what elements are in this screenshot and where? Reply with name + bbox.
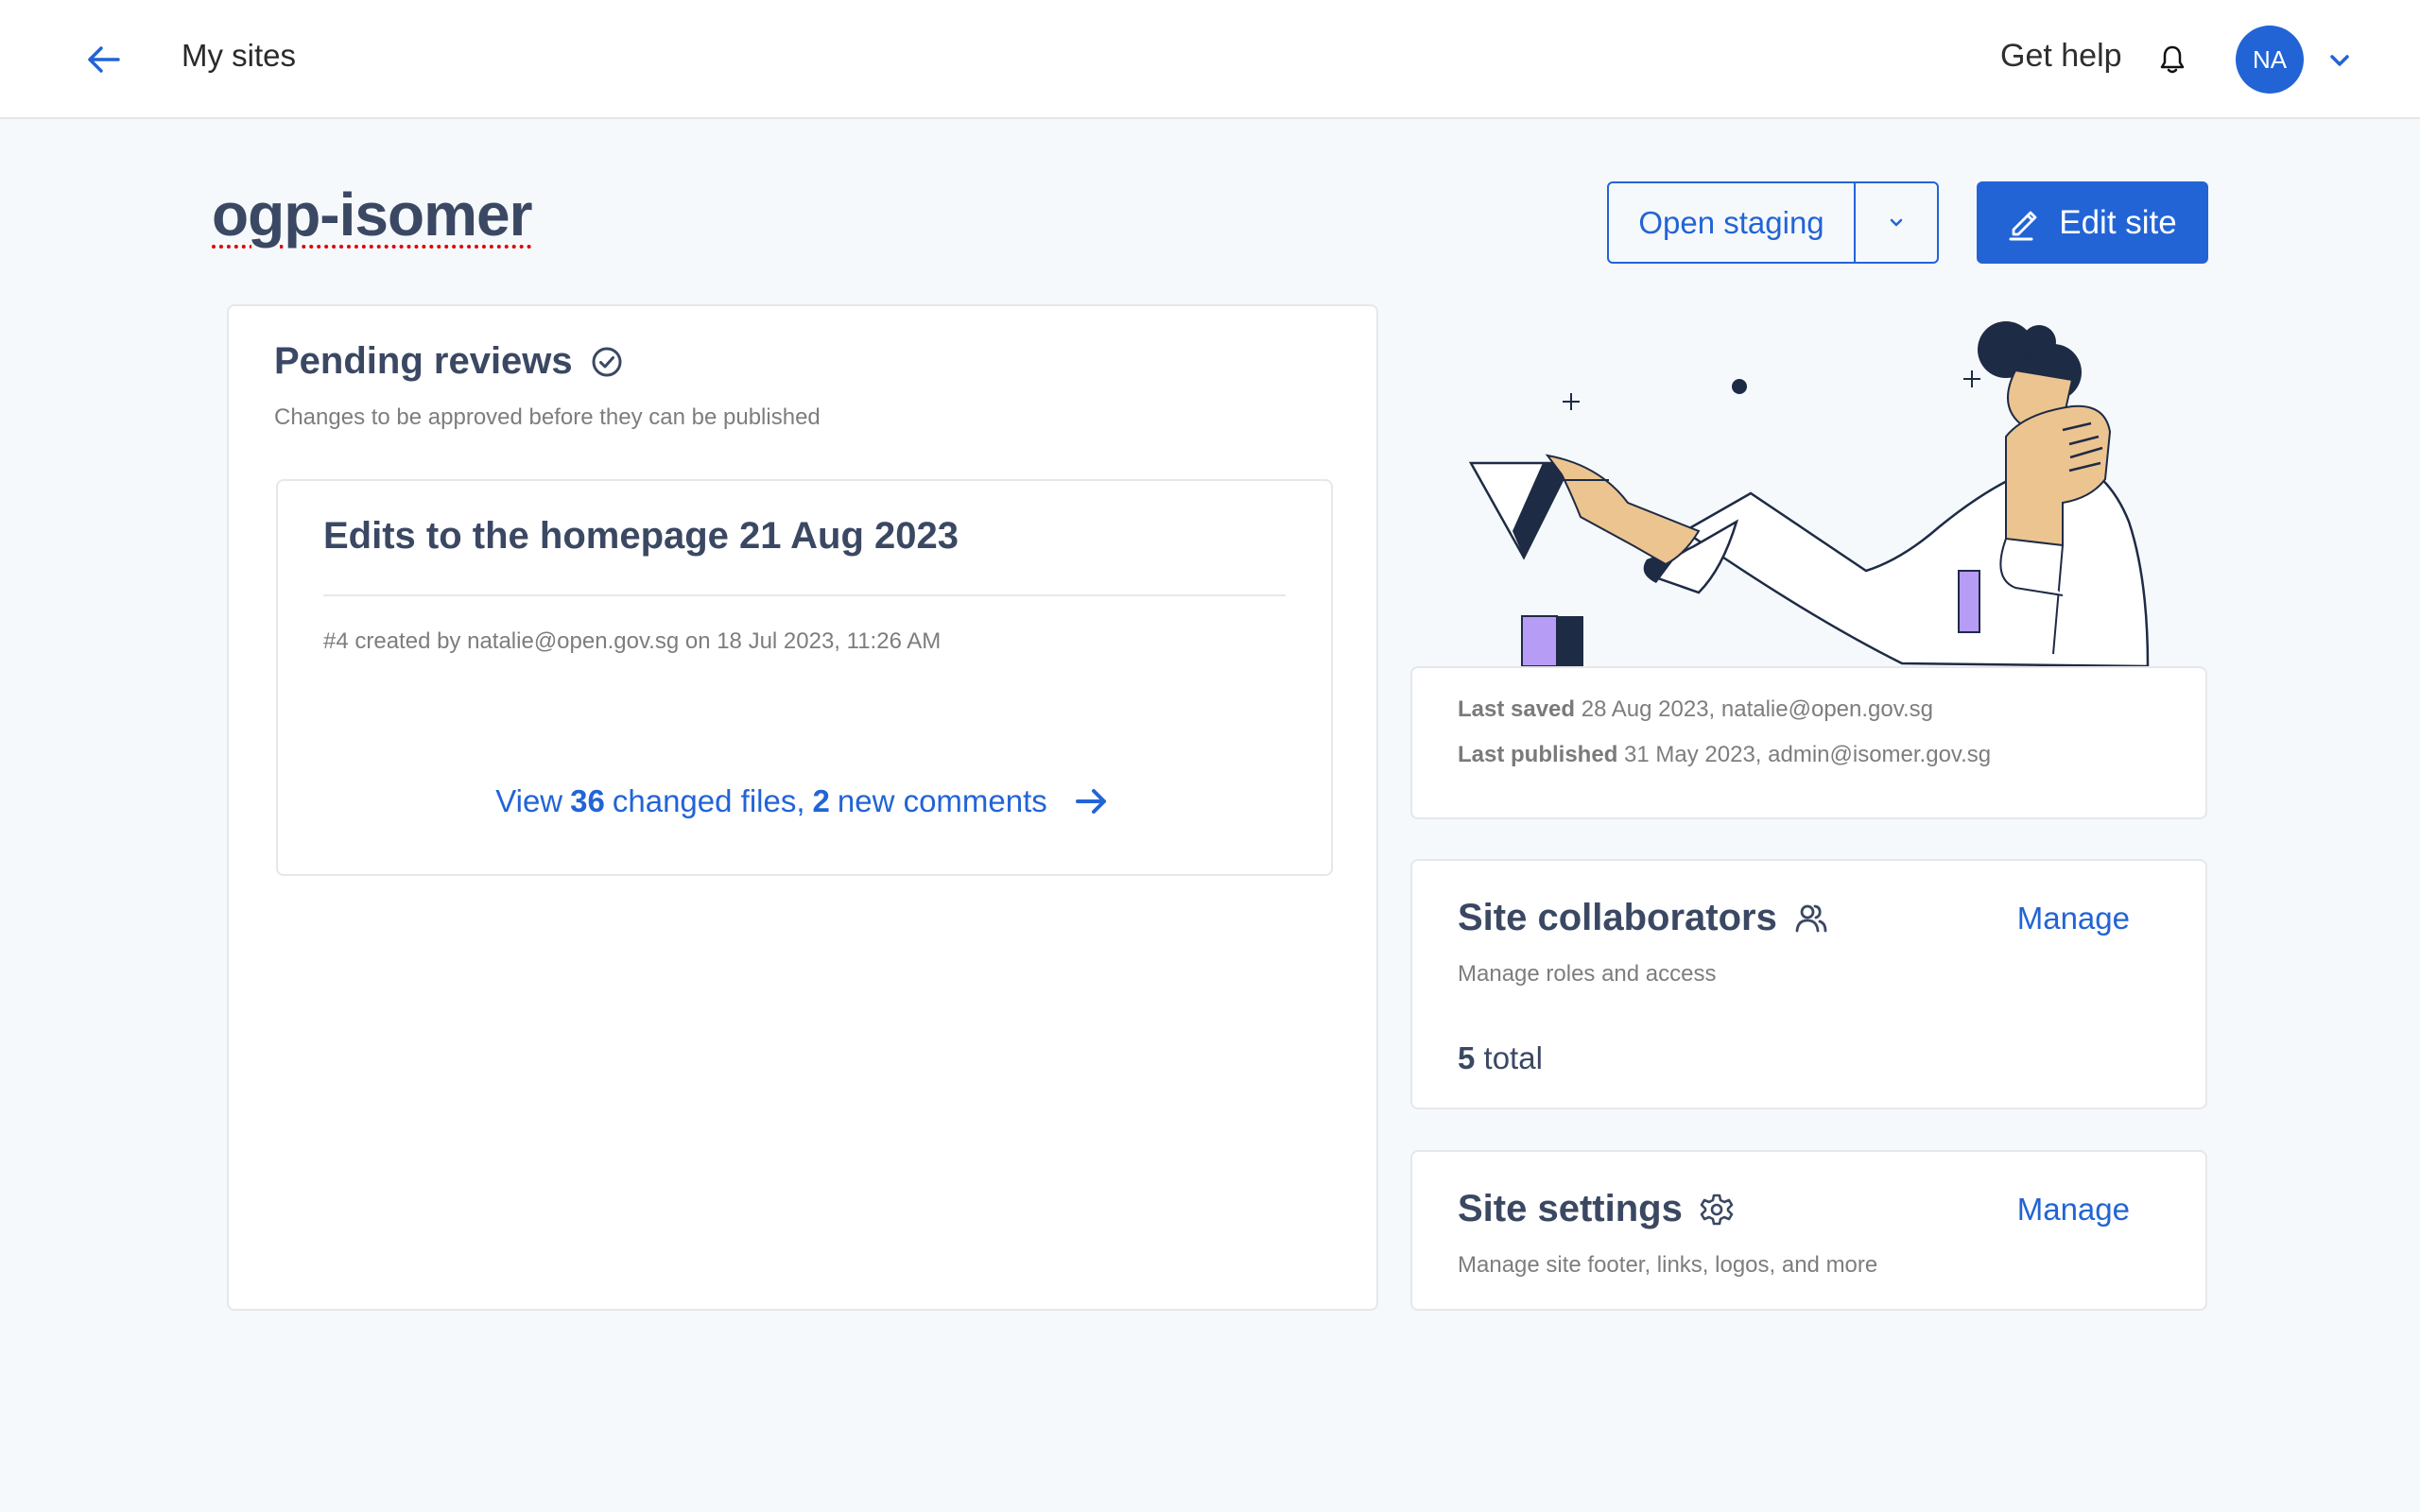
dot-decoration	[1732, 379, 1747, 394]
pending-reviews-heading: Pending reviews	[274, 340, 624, 383]
open-staging-button-group: Open staging	[1607, 181, 1939, 264]
site-collaborators-title: Site collaborators	[1458, 897, 1777, 938]
new-comments-count: 2	[812, 783, 830, 818]
back-button[interactable]	[79, 36, 127, 83]
arrow-left-icon	[88, 46, 120, 73]
pending-reviews-card: Pending reviews Changes to be approved b…	[227, 304, 1378, 1311]
last-saved-value: 28 Aug 2023, natalie@open.gov.sg	[1581, 696, 1933, 722]
get-help-link[interactable]: Get help	[2000, 38, 2122, 75]
open-staging-dropdown-button[interactable]	[1856, 183, 1937, 262]
site-settings-card: Site settings Manage Manage site footer,…	[1410, 1150, 2207, 1311]
back-to-my-sites-link[interactable]: My sites	[182, 38, 296, 74]
site-collaborators-card: Site collaborators Manage Manage roles a…	[1410, 859, 2207, 1109]
top-nav-bar: My sites Get help NA	[0, 0, 2420, 119]
user-menu-toggle[interactable]	[2326, 47, 2353, 74]
site-collaborators-subtitle: Manage roles and access	[1458, 961, 1717, 987]
last-saved-label: Last saved	[1458, 696, 1576, 722]
notifications-button[interactable]	[2158, 43, 2187, 76]
plus-sparkle-icon	[1963, 370, 1980, 387]
pencil-icon	[2009, 211, 2037, 240]
arrow-right-icon	[1075, 789, 1106, 814]
bell-icon	[2160, 45, 2185, 74]
gear-icon	[1700, 1194, 1734, 1225]
collaborators-total: 5 total	[1458, 1040, 1543, 1076]
new-comments-label: new comments	[837, 783, 1047, 818]
last-published-value: 31 May 2023, admin@isomer.gov.sg	[1624, 742, 1992, 767]
site-name-heading: ogp-isomer	[212, 180, 532, 249]
check-circle-icon	[592, 347, 622, 376]
user-avatar[interactable]: NA	[2236, 26, 2304, 94]
plus-sparkle-icon	[1563, 393, 1580, 410]
last-saved-line: Last saved 28 Aug 2023, natalie@open.gov…	[1458, 696, 1933, 723]
chevron-down-icon	[1890, 218, 1903, 226]
site-settings-title: Site settings	[1458, 1188, 1683, 1229]
avatar-initials: NA	[2252, 44, 2288, 74]
pending-reviews-title: Pending reviews	[274, 340, 573, 382]
review-request-card[interactable]: Edits to the homepage 21 Aug 2023 #4 cre…	[276, 479, 1333, 876]
open-staging-button[interactable]: Open staging	[1609, 183, 1856, 262]
users-icon	[1795, 904, 1827, 932]
site-settings-subtitle: Manage site footer, links, logos, and mo…	[1458, 1252, 1878, 1278]
edit-site-label: Edit site	[2059, 203, 2177, 241]
manage-settings-link[interactable]: Manage	[2017, 1192, 2130, 1228]
last-published-label: Last published	[1458, 742, 1618, 767]
changed-files-label: changed files,	[612, 783, 805, 818]
review-request-title: Edits to the homepage 21 Aug 2023	[323, 515, 959, 557]
illustration-person-with-triangle	[1468, 321, 2150, 666]
site-collaborators-heading: Site collaborators	[1458, 897, 1828, 939]
chevron-down-icon	[2330, 55, 2349, 66]
site-settings-heading: Site settings	[1458, 1188, 1734, 1230]
changed-files-count: 36	[570, 783, 605, 818]
edit-site-button[interactable]: Edit site	[1977, 181, 2208, 264]
view-label: View	[495, 783, 563, 818]
divider	[323, 594, 1286, 596]
site-activity-card: Last saved 28 Aug 2023, natalie@open.gov…	[1410, 666, 2207, 819]
pending-reviews-subtitle: Changes to be approved before they can b…	[274, 404, 821, 430]
collaborators-total-label: total	[1483, 1040, 1543, 1075]
last-published-line: Last published 31 May 2023, admin@isomer…	[1458, 742, 1991, 768]
review-request-meta: #4 created by natalie@open.gov.sg on 18 …	[323, 628, 942, 654]
collaborators-count: 5	[1458, 1040, 1476, 1075]
view-changes-link[interactable]: View 36 changed files, 2 new comments	[278, 783, 1331, 819]
manage-collaborators-link[interactable]: Manage	[2017, 901, 2130, 936]
